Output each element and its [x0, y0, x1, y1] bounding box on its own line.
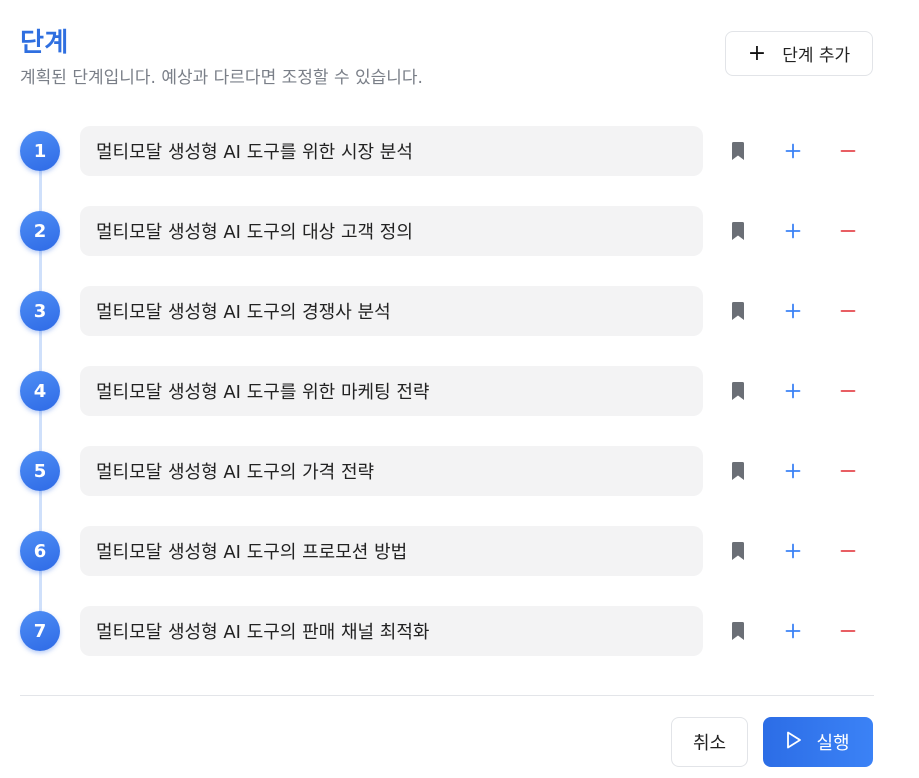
- step-text-field[interactable]: 멀티모달 생성형 AI 도구의 프로모션 방법: [80, 526, 703, 576]
- add-step-button[interactable]: + 단계 추가: [725, 31, 873, 76]
- bookmark-icon[interactable]: [722, 455, 754, 487]
- step-number-badge: 4: [20, 371, 60, 411]
- step-number-badge: 2: [20, 211, 60, 251]
- bookmark-icon[interactable]: [722, 135, 754, 167]
- minus-icon[interactable]: [832, 135, 864, 167]
- bookmark-icon[interactable]: [722, 295, 754, 327]
- step-number-badge: 6: [20, 531, 60, 571]
- plus-icon[interactable]: [777, 135, 809, 167]
- bookmark-icon[interactable]: [722, 535, 754, 567]
- cancel-button[interactable]: 취소: [671, 717, 748, 767]
- page-subtitle: 계획된 단계입니다. 예상과 다르다면 조정할 수 있습니다.: [20, 68, 423, 88]
- plus-icon[interactable]: [777, 375, 809, 407]
- step-number-badge: 7: [20, 611, 60, 651]
- minus-icon[interactable]: [832, 455, 864, 487]
- step-row: 4 멀티모달 생성형 AI 도구를 위한 마케팅 전략: [0, 366, 919, 416]
- bookmark-icon[interactable]: [722, 375, 754, 407]
- step-number-badge: 1: [20, 131, 60, 171]
- minus-icon[interactable]: [832, 215, 864, 247]
- page-title: 단계: [20, 28, 69, 58]
- plus-icon: +: [747, 40, 767, 66]
- step-row: 1 멀티모달 생성형 AI 도구를 위한 시장 분석: [0, 126, 919, 176]
- step-text-field[interactable]: 멀티모달 생성형 AI 도구의 판매 채널 최적화: [80, 606, 703, 656]
- minus-icon[interactable]: [832, 615, 864, 647]
- divider: [20, 695, 874, 696]
- plus-icon[interactable]: [777, 295, 809, 327]
- play-icon: [786, 731, 802, 754]
- step-row: 3 멀티모달 생성형 AI 도구의 경쟁사 분석: [0, 286, 919, 336]
- plus-icon[interactable]: [777, 215, 809, 247]
- step-text-field[interactable]: 멀티모달 생성형 AI 도구를 위한 시장 분석: [80, 126, 703, 176]
- bookmark-icon[interactable]: [722, 215, 754, 247]
- step-row: 7 멀티모달 생성형 AI 도구의 판매 채널 최적화: [0, 606, 919, 656]
- bookmark-icon[interactable]: [722, 615, 754, 647]
- step-number-badge: 3: [20, 291, 60, 331]
- minus-icon[interactable]: [832, 375, 864, 407]
- cancel-label: 취소: [692, 733, 727, 754]
- step-text-field[interactable]: 멀티모달 생성형 AI 도구의 대상 고객 정의: [80, 206, 703, 256]
- add-step-label: 단계 추가: [782, 46, 851, 66]
- steps-panel: 단계 계획된 단계입니다. 예상과 다르다면 조정할 수 있습니다. + 단계 …: [0, 0, 919, 778]
- step-row: 5 멀티모달 생성형 AI 도구의 가격 전략: [0, 446, 919, 496]
- plus-icon[interactable]: [777, 535, 809, 567]
- step-number-badge: 5: [20, 451, 60, 491]
- minus-icon[interactable]: [832, 535, 864, 567]
- minus-icon[interactable]: [832, 295, 864, 327]
- run-button[interactable]: 실행: [763, 717, 873, 767]
- run-label: 실행: [816, 733, 850, 754]
- step-text-field[interactable]: 멀티모달 생성형 AI 도구의 가격 전략: [80, 446, 703, 496]
- plus-icon[interactable]: [777, 615, 809, 647]
- step-row: 2 멀티모달 생성형 AI 도구의 대상 고객 정의: [0, 206, 919, 256]
- plus-icon[interactable]: [777, 455, 809, 487]
- step-text-field[interactable]: 멀티모달 생성형 AI 도구의 경쟁사 분석: [80, 286, 703, 336]
- step-text-field[interactable]: 멀티모달 생성형 AI 도구를 위한 마케팅 전략: [80, 366, 703, 416]
- step-row: 6 멀티모달 생성형 AI 도구의 프로모션 방법: [0, 526, 919, 576]
